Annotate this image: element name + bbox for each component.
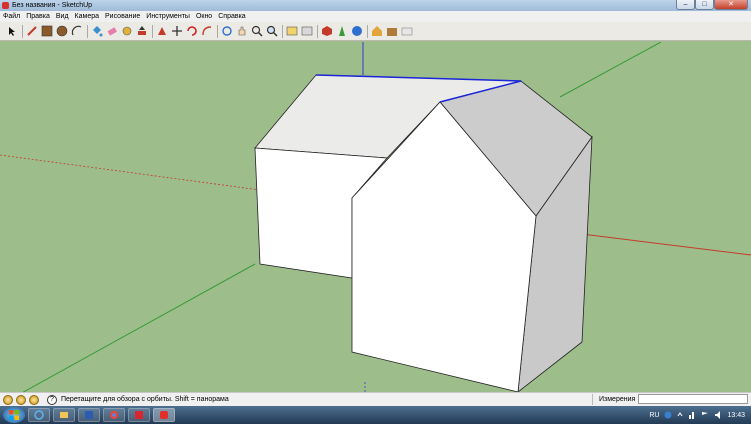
internet-explorer-icon: [34, 410, 44, 420]
menu-window[interactable]: Окно: [193, 13, 215, 20]
zoom-icon[interactable]: [251, 25, 263, 37]
taskbar-word-button[interactable]: [78, 408, 100, 422]
credits-icon[interactable]: [16, 394, 26, 405]
green-axis: [559, 42, 662, 98]
measurements-field[interactable]: [638, 394, 748, 404]
eraser-icon[interactable]: [106, 25, 118, 37]
sketchup-icon: [160, 411, 168, 419]
position-camera-icon[interactable]: [336, 25, 348, 37]
toolbar-separator: [282, 24, 283, 38]
pencil-icon[interactable]: [26, 25, 38, 37]
help-icon[interactable]: ?: [47, 394, 57, 405]
sketchup-logo-icon: [2, 2, 9, 9]
status-hint: Перетащите для обзора с орбиты. Shift = …: [61, 396, 229, 403]
3d-scene[interactable]: [0, 42, 751, 392]
windows-taskbar: RU 13:43: [0, 406, 751, 424]
components-icon[interactable]: [321, 25, 333, 37]
help-tray-icon[interactable]: [664, 411, 672, 419]
minimize-button[interactable]: ‒: [676, 0, 695, 10]
taskbar-chrome-button[interactable]: [103, 408, 125, 422]
folder-icon: [60, 412, 68, 418]
taskbar-sketchup-button[interactable]: [153, 408, 175, 422]
taskbar-ie-button[interactable]: [28, 408, 50, 422]
taskbar-explorer-button[interactable]: [53, 408, 75, 422]
title-bar: Без названия - SketchUp ‒ □ ✕: [0, 0, 751, 11]
arc-icon[interactable]: [71, 25, 83, 37]
walk-icon[interactable]: [351, 25, 363, 37]
user-icon[interactable]: [29, 394, 39, 405]
model-viewport[interactable]: [0, 42, 751, 392]
move-icon[interactable]: [171, 25, 183, 37]
kaspersky-icon: [135, 411, 143, 419]
select-icon[interactable]: [6, 25, 18, 37]
show-hidden-icon[interactable]: [677, 411, 683, 419]
toolbar-separator: [87, 24, 88, 38]
start-button[interactable]: [3, 407, 25, 423]
language-indicator[interactable]: RU: [649, 412, 659, 419]
system-tray: RU 13:43: [644, 406, 745, 424]
toolbar-separator: [152, 24, 153, 38]
menu-tools[interactable]: Инструменты: [143, 13, 193, 20]
measurements-label: Измерения: [592, 394, 639, 405]
pan-icon[interactable]: [236, 25, 248, 37]
warehouse-icon[interactable]: [371, 25, 383, 37]
window-controls: ‒ □ ✕: [676, 0, 748, 10]
red-axis-dashed: [0, 154, 261, 191]
menu-camera[interactable]: Камера: [72, 13, 102, 20]
menu-bar: Файл Правка Вид Камера Рисование Инструм…: [0, 11, 751, 22]
network-icon[interactable]: [688, 411, 696, 419]
volume-icon[interactable]: [714, 411, 722, 419]
toolbar-separator: [22, 24, 23, 38]
sections-icon[interactable]: [301, 25, 313, 37]
taskbar-kaspersky-button[interactable]: [128, 408, 150, 422]
scenes-icon[interactable]: [286, 25, 298, 37]
orbit-icon[interactable]: [221, 25, 233, 37]
close-button[interactable]: ✕: [714, 0, 748, 10]
extension-icon[interactable]: [386, 25, 398, 37]
rectangle-icon[interactable]: [41, 25, 53, 37]
zoom-extents-icon[interactable]: [266, 25, 278, 37]
menu-draw[interactable]: Рисование: [102, 13, 143, 20]
windows-logo-icon: [9, 410, 19, 420]
geolocation-icon[interactable]: [3, 394, 13, 405]
window-title: Без названия - SketchUp: [12, 2, 93, 9]
menu-help[interactable]: Справка: [215, 13, 248, 20]
push-pull-icon[interactable]: [136, 25, 148, 37]
follow-me-icon[interactable]: [156, 25, 168, 37]
rotate-icon[interactable]: [186, 25, 198, 37]
toolbar-separator: [367, 24, 368, 38]
share-icon[interactable]: [401, 25, 413, 37]
flag-icon[interactable]: [701, 411, 709, 419]
status-bar: ? Перетащите для обзора с орбиты. Shift …: [0, 392, 751, 406]
chrome-icon: [110, 411, 118, 419]
paint-bucket-icon[interactable]: [91, 25, 103, 37]
green-axis-lower: [22, 263, 256, 392]
red-axis: [581, 233, 751, 256]
tape-measure-icon[interactable]: [121, 25, 133, 37]
menu-file[interactable]: Файл: [0, 13, 23, 20]
menu-view[interactable]: Вид: [53, 13, 72, 20]
clock[interactable]: 13:43: [727, 412, 745, 419]
maximize-button[interactable]: □: [695, 0, 714, 10]
toolbar-separator: [217, 24, 218, 38]
offset-icon[interactable]: [201, 25, 213, 37]
circle-icon[interactable]: [56, 25, 68, 37]
main-toolbar: [0, 22, 751, 41]
toolbar-separator: [317, 24, 318, 38]
word-icon: [85, 411, 93, 419]
menu-edit[interactable]: Правка: [23, 13, 53, 20]
